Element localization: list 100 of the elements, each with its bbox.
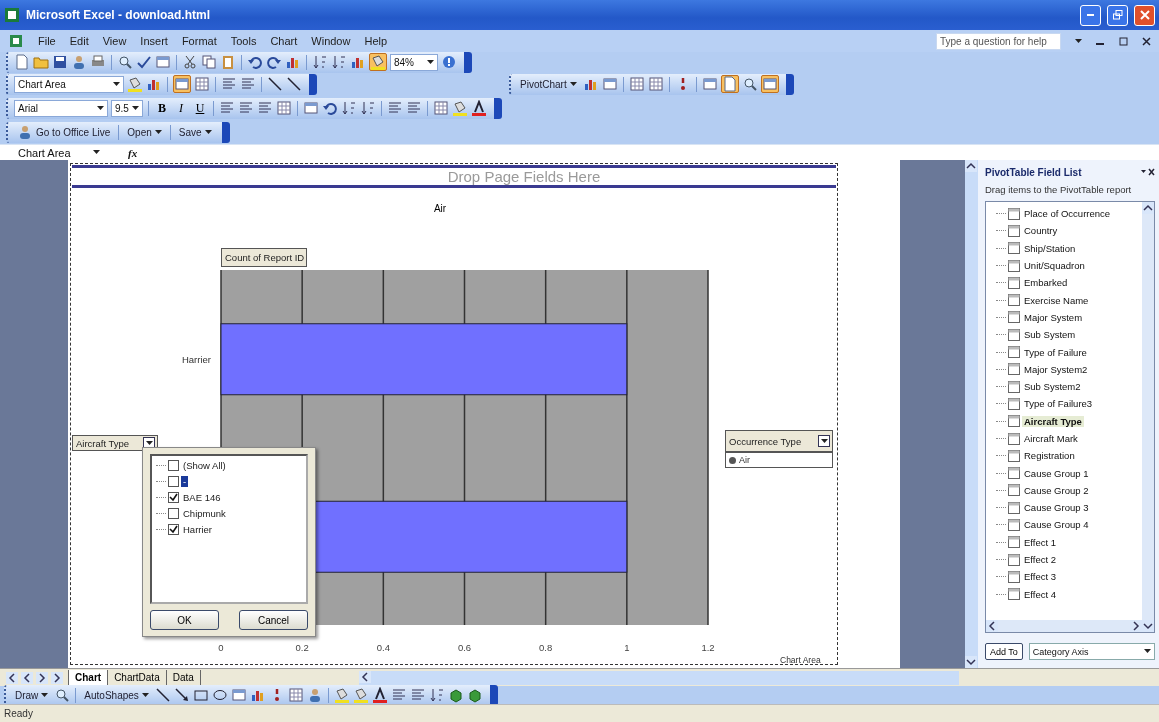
checkbox[interactable] (168, 459, 179, 471)
paint-icon[interactable] (352, 687, 369, 703)
paint-icon[interactable] (452, 100, 468, 116)
format-button[interactable]: U (192, 100, 208, 116)
paint-icon[interactable] (370, 54, 386, 70)
scroll-arrow-icon[interactable] (1142, 620, 1154, 632)
area-combo[interactable]: Category Axis (1028, 643, 1155, 660)
office-live-button[interactable]: Go to Office Live (14, 123, 114, 141)
grid-icon[interactable] (287, 687, 304, 703)
field-item[interactable]: Type of Failure (996, 343, 1142, 361)
menu-item[interactable]: Window (311, 35, 351, 47)
magnifier-icon[interactable] (117, 54, 133, 70)
field-item[interactable]: Effect 1 (996, 533, 1142, 551)
add-to-button[interactable]: Add To (985, 643, 1023, 660)
field-item[interactable]: Cause Group 3 (996, 499, 1142, 517)
line-icon[interactable] (286, 76, 302, 92)
field-item[interactable]: Sub System (996, 326, 1142, 344)
format-button[interactable]: I (173, 100, 189, 116)
sort-icon[interactable] (312, 54, 328, 70)
scroll-arrow-icon[interactable] (6, 671, 18, 684)
scroll-arrow-icon[interactable] (36, 671, 48, 684)
menu-item[interactable]: Edit (69, 35, 89, 47)
field-item[interactable]: Exercise Name (996, 291, 1142, 309)
sort-icon[interactable] (428, 687, 445, 703)
autoshapes-menu-button[interactable]: AutoShapes (81, 686, 152, 704)
filter-item[interactable]: - (181, 475, 189, 487)
scroll-arrow-icon[interactable] (965, 160, 977, 172)
checkbox[interactable] (168, 523, 179, 535)
horizontal-scrollbar[interactable] (986, 620, 1142, 632)
field-item[interactable]: Cause Group 4 (996, 516, 1142, 534)
restore-icon[interactable] (1119, 36, 1128, 46)
field-item[interactable]: Cause Group 1 (996, 464, 1142, 482)
grid-icon[interactable] (433, 100, 449, 116)
align-icon[interactable] (387, 100, 403, 116)
magnifier-icon[interactable] (54, 687, 71, 703)
menu-item[interactable]: Format (181, 35, 217, 47)
person-icon[interactable] (17, 124, 33, 140)
toolbar-options-handle[interactable] (489, 684, 498, 706)
checkbox[interactable] (168, 491, 179, 503)
undo-icon[interactable] (322, 100, 338, 116)
line-icon[interactable] (267, 76, 283, 92)
menu-item[interactable]: View (102, 35, 127, 47)
line-icon[interactable] (154, 687, 171, 703)
field-item[interactable]: Effect 2 (996, 550, 1142, 569)
undo-icon[interactable] (247, 54, 263, 70)
copy-icon[interactable] (201, 54, 217, 70)
menu-item[interactable]: File (38, 35, 56, 47)
sort-icon[interactable] (341, 100, 357, 116)
field-item[interactable]: Registration (996, 447, 1142, 465)
align-icon[interactable] (409, 687, 426, 703)
scissors-icon[interactable] (182, 54, 198, 70)
grid-icon[interactable] (628, 76, 645, 92)
arrow-icon[interactable] (173, 687, 190, 703)
series-field-button[interactable]: Occurrence Type (725, 430, 833, 452)
document-icon[interactable] (8, 33, 24, 49)
filter-item[interactable]: BAE 146 (181, 491, 223, 503)
field-item[interactable]: Ship/Station (996, 239, 1142, 257)
menu-item[interactable]: Tools (230, 35, 257, 47)
row-field-button[interactable]: Aircraft Type (72, 435, 158, 451)
scroll-arrow-icon[interactable] (359, 670, 371, 683)
field-item[interactable]: Major System (996, 308, 1142, 327)
cancel-button[interactable]: Cancel (239, 610, 308, 630)
fontcolor-icon[interactable] (471, 100, 487, 116)
filter-item[interactable]: Chipmunk (181, 507, 228, 519)
pivotchart-menu-button[interactable]: PivotChart (517, 75, 580, 93)
ok-button[interactable]: OK (150, 610, 219, 630)
function-label[interactable]: fx (128, 146, 138, 159)
font-size-combo[interactable]: 9.5 (111, 99, 143, 117)
magnifier-icon[interactable] (741, 76, 758, 92)
check-icon[interactable] (136, 54, 152, 70)
scroll-arrow-icon[interactable] (965, 656, 977, 668)
close-icon[interactable] (1141, 167, 1155, 177)
draw-menu-button[interactable]: Draw (12, 686, 52, 704)
grid-icon[interactable] (194, 76, 210, 92)
align-icon[interactable] (406, 100, 422, 116)
zoom-combo[interactable]: 84% (390, 53, 438, 71)
filter-item[interactable]: (Show All) (181, 459, 228, 471)
field-item[interactable]: Effect 3 (996, 568, 1142, 586)
grid-icon[interactable] (647, 76, 664, 92)
field-item[interactable]: Embarked (996, 274, 1142, 292)
redo-icon[interactable] (266, 54, 282, 70)
align-icon[interactable] (240, 76, 256, 92)
data-field-button[interactable]: Count of Report ID (221, 248, 308, 267)
scroll-arrow-icon[interactable] (21, 671, 33, 684)
scroll-arrow-icon[interactable] (986, 620, 998, 632)
restore-button[interactable] (1107, 4, 1128, 26)
checkbox[interactable] (168, 475, 179, 487)
grid-icon[interactable] (276, 100, 292, 116)
close-icon[interactable] (1142, 36, 1151, 46)
close-button[interactable] (1134, 4, 1155, 26)
vertical-scrollbar[interactable] (965, 160, 978, 668)
chart-objects-combo[interactable]: Chart Area (14, 75, 124, 93)
table-icon[interactable] (303, 100, 319, 116)
scroll-arrow-icon[interactable] (1130, 620, 1142, 632)
toolbar-options-handle[interactable] (309, 73, 317, 95)
save-button[interactable]: Save (175, 123, 215, 141)
sheet-tab[interactable]: Chart (68, 669, 109, 686)
toolbar-options-handle[interactable] (494, 97, 502, 119)
horizontal-scrollbar[interactable] (359, 670, 959, 685)
align-icon[interactable] (219, 100, 235, 116)
